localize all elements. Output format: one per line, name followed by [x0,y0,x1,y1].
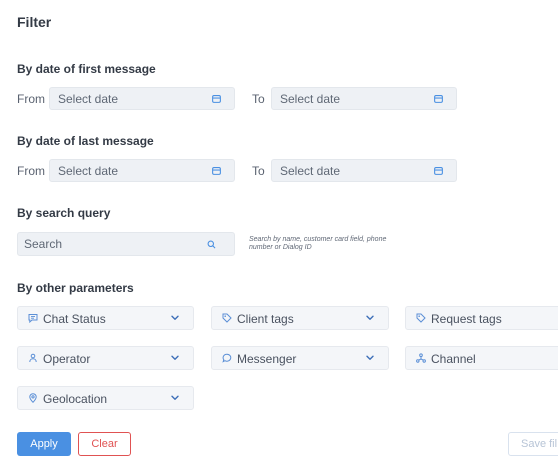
chat-icon [28,314,38,323]
first-from-label: From [17,92,45,106]
calendar-icon[interactable] [434,94,443,103]
last-from-label: From [17,164,45,178]
operator-dropdown[interactable]: Operator [17,346,194,370]
last-message-heading: By date of last message [17,134,154,148]
chevron-down-icon [366,315,374,320]
page-title: Filter [17,14,52,30]
last-from-placeholder: Select date [58,164,119,178]
search-hint: Search by name, customer card field, pho… [249,236,386,252]
apply-button[interactable]: Apply [17,432,71,456]
tag-icon [222,313,232,323]
first-to-label: To [252,92,265,106]
chat-status-dropdown[interactable]: Chat Status [17,306,194,330]
first-message-heading: By date of first message [17,62,156,76]
messenger-dropdown[interactable]: Messenger [211,346,389,370]
other-parameters-heading: By other parameters [17,281,134,295]
calendar-icon[interactable] [212,166,221,175]
channel-icon [416,353,426,363]
request-tags-label: Request tags [431,312,502,326]
first-to-date-input[interactable]: Select date [271,87,457,110]
save-filter-button[interactable]: Save fil [508,432,558,456]
user-icon [29,353,37,363]
operator-label: Operator [43,352,91,366]
chevron-down-icon [366,355,374,360]
first-to-placeholder: Select date [280,92,341,106]
clear-button[interactable]: Clear [78,432,131,456]
message-bubble-icon [222,353,232,363]
channel-label: Channel [431,352,476,366]
first-from-placeholder: Select date [58,92,119,106]
search-hint-line-2: number or Dialog ID [249,244,312,251]
channel-dropdown[interactable]: Channel [405,346,558,370]
last-to-placeholder: Select date [280,164,341,178]
search-heading: By search query [17,206,111,220]
last-to-label: To [252,164,265,178]
request-tags-dropdown[interactable]: Request tags [405,306,558,330]
search-icon[interactable] [207,240,216,249]
chevron-down-icon [171,355,179,360]
geolocation-dropdown[interactable]: Geolocation [17,386,194,410]
first-from-date-input[interactable]: Select date [49,87,235,110]
chevron-down-icon [171,315,179,320]
messenger-label: Messenger [237,352,297,366]
search-placeholder: Search [24,237,63,251]
last-from-date-input[interactable]: Select date [49,159,235,182]
search-input[interactable]: Search [17,232,235,256]
chat-status-label: Chat Status [43,312,106,326]
location-pin-icon [29,393,37,403]
calendar-icon[interactable] [212,94,221,103]
client-tags-label: Client tags [237,312,294,326]
search-hint-line-1: Search by name, customer card field, pho… [249,236,387,243]
geolocation-label: Geolocation [43,392,108,406]
client-tags-dropdown[interactable]: Client tags [211,306,389,330]
last-to-date-input[interactable]: Select date [271,159,457,182]
chevron-down-icon [171,395,179,400]
tag-icon [416,313,426,323]
calendar-icon[interactable] [434,166,443,175]
